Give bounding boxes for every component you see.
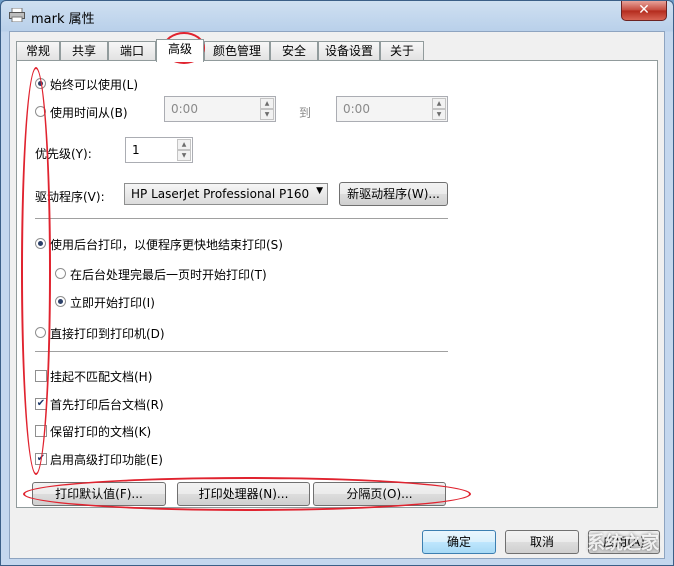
start-immediately-radio[interactable] xyxy=(55,296,66,307)
cancel-button[interactable]: 取消 xyxy=(505,530,579,554)
tab-device-settings[interactable]: 设备设置 xyxy=(318,41,380,60)
driver-select[interactable]: HP LaserJet Professional P1606dn ▼ xyxy=(124,183,328,205)
window-title: mark 属性 xyxy=(31,12,95,27)
new-driver-button[interactable]: 新驱动程序(W)... xyxy=(339,182,448,206)
driver-value: HP LaserJet Professional P1606dn xyxy=(131,187,309,201)
spool-label: 使用后台打印，以便程序更快地结束打印(S) xyxy=(50,238,283,252)
spin-down-icon[interactable]: ▼ xyxy=(177,150,191,161)
to-time-value: 0:00 xyxy=(343,102,370,116)
always-available-label: 始终可以使用(L) xyxy=(50,78,139,92)
divider xyxy=(35,351,448,353)
properties-window: mark 属性 ✕ 常规 共享 端口 高级 颜色管理 安全 设备设置 关于 始终… xyxy=(0,0,674,566)
priority-spinner[interactable]: 1 ▲ ▼ xyxy=(125,137,193,163)
start-immediately-label: 立即开始打印(I) xyxy=(70,296,155,310)
from-time-spinner[interactable]: 0:00 ▲ ▼ xyxy=(164,96,276,122)
watermark: 系统之家 xyxy=(587,533,659,554)
tab-about[interactable]: 关于 xyxy=(380,41,424,60)
tab-color-management[interactable]: 颜色管理 xyxy=(204,41,270,60)
to-label: 到 xyxy=(299,106,312,120)
tab-general[interactable]: 常规 xyxy=(16,41,60,60)
print-spooled-first-label: 首先打印后台文档(R) xyxy=(50,398,164,412)
start-after-last-page-label: 在后台处理完最后一页时开始打印(T) xyxy=(70,268,267,282)
tab-ports[interactable]: 端口 xyxy=(108,41,156,60)
hold-mismatched-label: 挂起不匹配文档(H) xyxy=(50,370,153,384)
priority-value: 1 xyxy=(132,143,140,157)
title-bar: mark 属性 ✕ xyxy=(1,1,673,31)
tab-advanced[interactable]: 高级 xyxy=(156,39,204,62)
divider xyxy=(35,218,448,220)
chevron-down-icon: ▼ xyxy=(316,186,323,196)
advanced-features-label: 启用高级打印功能(E) xyxy=(50,453,163,467)
spin-up-icon[interactable]: ▲ xyxy=(432,98,446,109)
annotation-ellipse-options xyxy=(21,67,51,475)
from-time-value: 0:00 xyxy=(171,102,198,116)
ok-button[interactable]: 确定 xyxy=(422,530,496,554)
tab-sharing[interactable]: 共享 xyxy=(60,41,108,60)
start-after-last-page-radio[interactable] xyxy=(55,268,66,279)
spin-up-icon[interactable]: ▲ xyxy=(177,139,191,150)
print-direct-label: 直接打印到打印机(D) xyxy=(50,327,165,341)
spin-up-icon[interactable]: ▲ xyxy=(260,98,274,109)
spin-down-icon[interactable]: ▼ xyxy=(432,109,446,120)
spin-down-icon[interactable]: ▼ xyxy=(260,109,274,120)
printer-icon xyxy=(9,7,25,23)
available-from-label: 使用时间从(B) xyxy=(50,106,128,120)
close-button[interactable]: ✕ xyxy=(621,1,667,21)
tab-security[interactable]: 安全 xyxy=(270,41,318,60)
keep-printed-label: 保留打印的文档(K) xyxy=(50,425,152,439)
advanced-panel: 始终可以使用(L) 使用时间从(B) 0:00 ▲ ▼ 到 0:00 ▲ ▼ 优先级… xyxy=(16,60,658,508)
annotation-ellipse-buttons xyxy=(23,477,471,511)
to-time-spinner[interactable]: 0:00 ▲ ▼ xyxy=(336,96,448,122)
